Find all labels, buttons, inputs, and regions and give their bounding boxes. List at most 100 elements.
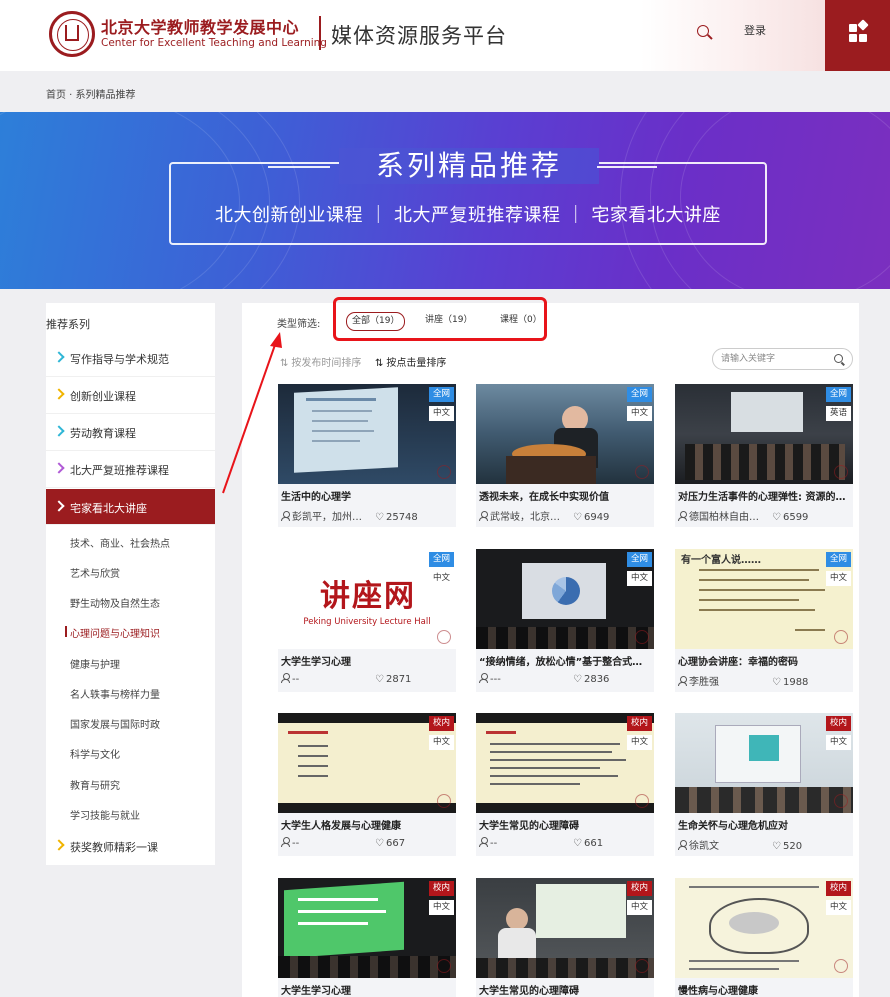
like-icon: ♡: [772, 512, 781, 523]
sidebar-sub-wildlife[interactable]: 野生动物及自然生态: [70, 595, 160, 610]
scope-badge: 校内: [428, 881, 454, 896]
pku-logo-icon[interactable]: [49, 11, 95, 57]
card-views: 2871: [385, 674, 412, 685]
language-badge: 中文: [428, 571, 454, 586]
watermark-icon: [834, 465, 848, 479]
card-title[interactable]: 大学生学习心理: [281, 653, 453, 668]
login-link[interactable]: 登录: [744, 22, 766, 38]
sidebar-item-labor[interactable]: 劳动教育课程: [46, 414, 215, 451]
video-card[interactable]: 全网 中文 生活中的心理学 彭凯平，加州… ♡ 25748: [278, 384, 456, 527]
card-title[interactable]: 心理协会讲座：幸福的密码: [678, 653, 850, 668]
video-card[interactable]: 讲座网 Peking University Lecture Hall 全网 中文…: [278, 549, 456, 692]
sidebar-item-innovation[interactable]: 创新创业课程: [46, 377, 215, 414]
card-author: 李胜强: [689, 677, 719, 688]
org-name-cn[interactable]: 北京大学教师教学发展中心: [101, 14, 299, 38]
sidebar-item-label: 北大严复班推荐课程: [70, 464, 169, 477]
search-icon[interactable]: [695, 22, 715, 42]
sort-by-clicks-label: 按点击量排序: [386, 358, 447, 369]
sidebar-sub-education[interactable]: 教育与研究: [70, 777, 120, 792]
card-title[interactable]: 大学生常见的心理障碍: [479, 982, 651, 997]
sidebar-sub-national[interactable]: 国家发展与国际时政: [70, 716, 160, 731]
search-icon[interactable]: [834, 354, 846, 366]
scope-badge: 校内: [626, 716, 652, 731]
org-name-en[interactable]: Center for Excellent Teaching and Learni…: [101, 37, 327, 49]
person-icon: [281, 511, 290, 521]
video-card[interactable]: 全网 中文 “接纳情绪，放松心情”基于整合式… --- ♡ 2836: [476, 549, 654, 692]
card-author: 德国柏林自由…: [689, 512, 759, 523]
video-card[interactable]: 校内 中文 大学生人格发展与心理健康 -- ♡ 667: [278, 713, 456, 856]
video-card[interactable]: 有一个富人说…… 全网 中文 心理协会讲座：幸福的密码 李胜强 ♡ 1988: [675, 549, 853, 692]
card-author: ---: [490, 674, 501, 685]
sidebar-sub-art[interactable]: 艺术与欣赏: [70, 565, 120, 580]
sidebar-item-writing[interactable]: 写作指导与学术规范: [46, 340, 215, 377]
chevron-right-icon: [53, 462, 65, 474]
breadcrumb-separator: ·: [66, 90, 76, 101]
chevron-right-icon: [53, 425, 65, 437]
video-card[interactable]: 全网 英语 对压力生活事件的心理弹性: 资源的作… 德国柏林自由… ♡ 6599: [675, 384, 853, 527]
sidebar-sub-science[interactable]: 科学与文化: [70, 746, 120, 761]
card-title[interactable]: 生活中的心理学: [281, 488, 453, 503]
search-input[interactable]: [721, 352, 821, 366]
scope-badge: 校内: [428, 716, 454, 731]
sidebar-sub-health[interactable]: 健康与护理: [70, 656, 120, 671]
card-title[interactable]: 大学生人格发展与心理健康: [281, 817, 453, 832]
watermark-icon: [635, 959, 649, 973]
sidebar-item-lectures[interactable]: 宅家看北大讲座: [46, 489, 215, 525]
card-title[interactable]: “接纳情绪，放松心情”基于整合式…: [479, 653, 651, 668]
video-card[interactable]: 校内 中文 慢性病与心理健康: [675, 878, 853, 997]
card-meta: -- ♡ 2871: [281, 673, 455, 685]
scope-badge: 校内: [626, 881, 652, 896]
video-card[interactable]: 校内 中文 大学生常见的心理障碍 -- ♡ 661: [476, 713, 654, 856]
menu-button[interactable]: [825, 0, 890, 71]
card-views: 520: [782, 841, 803, 852]
card-title[interactable]: 大学生学习心理: [281, 982, 453, 997]
card-title[interactable]: 生命关怀与心理危机应对: [678, 817, 850, 832]
platform-title[interactable]: 媒体资源服务平台: [331, 20, 507, 50]
card-title[interactable]: 大学生常见的心理障碍: [479, 817, 651, 832]
breadcrumb: 首页 · 系列精品推荐: [46, 86, 136, 101]
sidebar-sub-tech[interactable]: 技术、商业、社会热点: [70, 535, 170, 550]
grid-icon: [849, 24, 857, 32]
card-views: 661: [583, 838, 604, 849]
sidebar-item-award[interactable]: 获奖教师精彩一课: [46, 828, 215, 865]
scope-badge: 校内: [825, 716, 851, 731]
like-icon: ♡: [573, 838, 582, 849]
sort-by-time-label: 按发布时间排序: [291, 358, 362, 369]
watermark-icon: [834, 794, 848, 808]
language-badge: 中文: [626, 406, 652, 421]
sidebar-item-label: 宅家看北大讲座: [70, 502, 147, 515]
card-views: 6599: [782, 512, 809, 523]
watermark-icon: [635, 465, 649, 479]
language-badge: 中文: [825, 571, 851, 586]
video-card[interactable]: 校内 中文 大学生常见的心理障碍: [476, 878, 654, 997]
video-card[interactable]: 校内 中文 大学生学习心理: [278, 878, 456, 997]
like-icon: ♡: [772, 841, 781, 852]
card-author: 武常岐，北京…: [490, 512, 560, 523]
card-author: 徐凯文: [689, 841, 719, 852]
sidebar-sub-skills[interactable]: 学习技能与就业: [70, 807, 140, 822]
sidebar-sub-psychology[interactable]: 心理问题与心理知识: [65, 625, 160, 640]
watermark-icon: [437, 959, 451, 973]
annotation-highlight-box: [333, 297, 547, 341]
sort-by-clicks[interactable]: ⇅ 按点击量排序: [375, 354, 446, 369]
card-title[interactable]: 慢性病与心理健康: [678, 982, 850, 997]
sort-by-time[interactable]: ⇅ 按发布时间排序: [280, 354, 361, 369]
video-card[interactable]: 校内 中文 生命关怀与心理危机应对 徐凯文 ♡ 520: [675, 713, 853, 856]
sidebar-sub-role-models[interactable]: 名人轶事与榜样力量: [70, 686, 160, 701]
video-card[interactable]: 全网 中文 透视未来，在成长中实现价值 武常岐，北京… ♡ 6949: [476, 384, 654, 527]
banner-title: 系列精品推荐: [375, 149, 562, 182]
breadcrumb-home[interactable]: 首页: [46, 90, 66, 101]
card-meta: -- ♡ 667: [281, 837, 455, 849]
watermark-icon: [635, 630, 649, 644]
chevron-right-icon: [53, 388, 65, 400]
card-title[interactable]: 对压力生活事件的心理弹性: 资源的作…: [678, 488, 850, 503]
card-title[interactable]: 透视未来，在成长中实现价值: [479, 488, 651, 503]
sidebar-item-label: 写作指导与学术规范: [70, 353, 169, 366]
like-icon: ♡: [375, 674, 384, 685]
card-views: 2836: [583, 674, 610, 685]
banner-subtitle: 北大创新创业课程 ｜ 北大严复班推荐课程 ｜ 宅家看北大讲座: [215, 205, 721, 226]
card-author: --: [292, 838, 300, 849]
scope-badge: 全网: [626, 387, 652, 402]
sidebar-item-yanfu[interactable]: 北大严复班推荐课程: [46, 451, 215, 488]
card-views: 6949: [583, 512, 610, 523]
